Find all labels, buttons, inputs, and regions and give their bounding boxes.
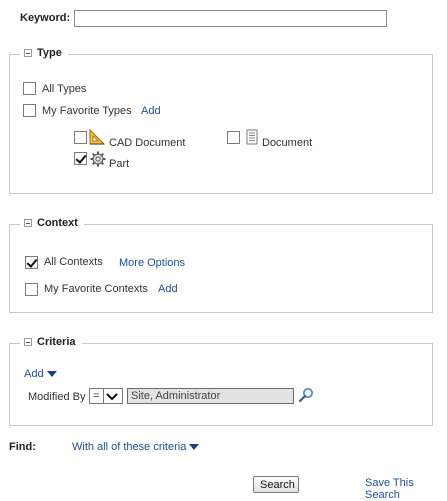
find-mode-label: With all of these criteria [72,441,187,453]
collapse-icon[interactable] [24,49,32,57]
chevron-down-icon [106,392,118,404]
all-contexts-label: All Contexts [44,256,103,268]
operator-select[interactable]: = [89,388,123,404]
context-section-header[interactable]: Context [20,217,84,229]
criteria-section-header[interactable]: Criteria [20,336,82,348]
collapse-icon[interactable] [24,338,32,346]
document-label: Document [262,137,313,149]
chevron-down-icon [189,444,200,451]
type-section-title: Type [37,47,62,59]
criteria-section-title: Criteria [37,336,76,348]
cad-document-checkbox[interactable] [74,131,87,144]
favorite-types-checkbox[interactable] [23,104,36,117]
save-search-link[interactable]: Save This Search [365,477,447,501]
more-options-link[interactable]: More Options [119,257,185,269]
favorite-types-label: My Favorite Types [42,105,132,117]
context-section-title: Context [37,217,78,229]
type-section: Type [9,47,433,194]
favorite-contexts-label: My Favorite Contexts [44,283,148,295]
part-gear-icon [90,151,106,167]
criteria-section: Criteria [9,336,433,426]
add-criteria-link[interactable]: Add [24,368,57,380]
search-button[interactable]: Search [253,476,299,493]
all-types-checkbox[interactable] [23,82,36,95]
add-criteria-label: Add [24,368,44,380]
chevron-down-icon [46,371,57,378]
modified-by-field[interactable]: Site, Administrator [127,388,294,404]
part-label: Part [109,158,130,170]
find-mode-dropdown[interactable]: With all of these criteria [72,441,200,453]
collapse-icon[interactable] [24,219,32,227]
cad-document-label: CAD Document [109,137,186,149]
favorite-contexts-checkbox[interactable] [25,283,38,296]
document-icon [244,129,260,145]
part-checkbox[interactable] [74,152,87,165]
keyword-input[interactable] [74,10,387,27]
context-section: Context [9,217,433,313]
search-icon[interactable] [298,387,314,403]
select-divider [103,389,104,403]
all-contexts-checkbox[interactable] [25,256,38,269]
criteria-field-label: Modified By [28,391,86,403]
type-section-header[interactable]: Type [20,47,68,59]
all-types-label: All Types [42,83,87,95]
document-checkbox[interactable] [227,131,240,144]
find-label: Find: [9,441,36,453]
cad-document-icon [89,128,106,145]
add-favorite-types-link[interactable]: Add [141,105,161,117]
keyword-label: Keyword: [20,12,71,24]
operator-value: = [93,390,100,402]
add-favorite-contexts-link[interactable]: Add [158,283,178,295]
modified-by-value: Site, Administrator [131,390,221,402]
